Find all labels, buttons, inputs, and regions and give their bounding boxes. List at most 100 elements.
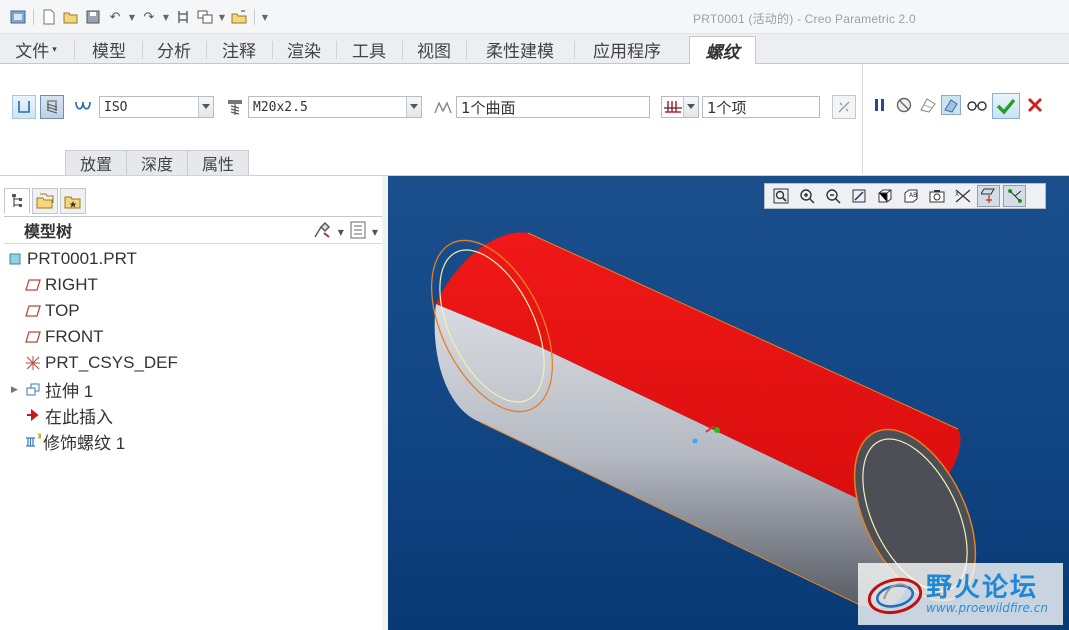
model-tree: PRT0001.PRT RIGHT TOP FRONT PRT_CSYS_DEF…	[4, 246, 382, 454]
forum-watermark: 野火论坛 www.proewildfire.cn	[858, 563, 1063, 625]
subtab-depth[interactable]: 深度	[126, 150, 189, 175]
annotation-display-icon[interactable]	[1003, 185, 1026, 207]
chevron-down-icon	[687, 104, 695, 109]
customize-toolbar-icon[interactable]: ▼	[260, 13, 270, 22]
chevron-down-icon[interactable]: ▼	[338, 228, 344, 237]
tree-item-part[interactable]: PRT0001.PRT	[4, 246, 382, 272]
navigator-panel: 模型树 ▼ ▼ PRT0001.PRT RIGHT TOP FRONT PRT_…	[0, 176, 388, 630]
tab-model[interactable]: 模型	[76, 36, 142, 63]
refit-icon[interactable]	[769, 185, 792, 207]
start-plane-icon	[664, 101, 682, 113]
tab-applications[interactable]: 应用程序	[574, 36, 680, 63]
model-tree-tab-icon[interactable]	[4, 188, 30, 214]
redo-icon[interactable]: ↷	[139, 7, 159, 27]
thread-surface-collector[interactable]: 1个曲面	[456, 96, 650, 118]
tab-analysis[interactable]: 分析	[142, 36, 206, 63]
start-reference-collector[interactable]: 1个项	[702, 96, 820, 118]
datum-display-icon[interactable]	[977, 185, 1000, 207]
repaint-icon[interactable]	[847, 185, 870, 207]
zoom-in-icon[interactable]	[795, 185, 818, 207]
verify-mode-icon[interactable]	[941, 95, 961, 115]
graphics-toolbar: AB X	[764, 183, 1046, 209]
watermark-url: www.proewildfire.cn	[926, 601, 1048, 615]
flip-direction-button[interactable]	[832, 95, 856, 119]
tree-item-front[interactable]: FRONT	[4, 324, 382, 350]
thread-size-select[interactable]: M20x2.5	[248, 96, 422, 118]
redo-dropdown-icon[interactable]: ▼	[161, 13, 171, 22]
tree-show-icon[interactable]	[350, 221, 366, 243]
tree-item-right[interactable]: RIGHT	[4, 272, 382, 298]
cancel-x-icon[interactable]	[1025, 95, 1045, 115]
subtab-placement[interactable]: 放置	[65, 150, 128, 175]
view-manager-icon[interactable]	[925, 185, 948, 207]
tree-settings-icon[interactable]	[312, 221, 332, 243]
watermark-title: 野火论坛	[926, 573, 1039, 603]
tab-file[interactable]: 文件 ▾	[4, 36, 68, 63]
folder-browser-tab-icon[interactable]	[32, 188, 58, 214]
graphics-viewport[interactable]: AB X 野火论坛 www.proewildfire.cn	[388, 176, 1069, 630]
tree-item-top[interactable]: TOP	[4, 298, 382, 324]
tab-tools[interactable]: 工具	[336, 36, 402, 63]
tree-item-csys[interactable]: PRT_CSYS_DEF	[4, 350, 382, 376]
screw-size-icon	[224, 97, 246, 117]
tree-item-extrude[interactable]: ▶ 拉伸 1	[4, 376, 382, 402]
no-preview-icon[interactable]	[894, 95, 914, 115]
close-window-icon[interactable]	[229, 7, 249, 27]
toolbar-separator	[254, 9, 255, 25]
start-reference-select[interactable]	[661, 96, 699, 118]
thread-standard-select[interactable]: ISO	[99, 96, 214, 118]
tab-render[interactable]: 渲染	[272, 36, 336, 63]
thread-dashboard: ISO M20x2.5 1个曲面 1个项 放置 深度 属性	[0, 64, 1069, 176]
title-bar: ↶ ▼ ↷ ▼ ▼ ▼ PRT0001 (活动的) - Creo Paramet…	[0, 0, 1069, 34]
chevron-down-icon	[202, 104, 210, 109]
saved-views-icon[interactable]: AB	[899, 185, 922, 207]
tree-item-cosmetic-thread[interactable]: 修饰螺纹 1	[4, 428, 382, 454]
glasses-icon[interactable]	[965, 95, 989, 115]
dashboard-subtabs: 放置 深度 属性	[65, 150, 250, 175]
cylinder-model[interactable]	[388, 176, 1069, 630]
cosmetic-thread-button[interactable]	[40, 95, 64, 119]
quick-access-toolbar: ↶ ▼ ↷ ▼ ▼ ▼	[8, 6, 270, 28]
confirm-checkmark-icon[interactable]	[992, 93, 1020, 119]
datum-plane-icon	[25, 303, 41, 319]
preview-icon[interactable]	[918, 95, 938, 115]
part-icon	[7, 251, 23, 267]
expand-arrow-icon[interactable]: ▶	[11, 384, 18, 395]
chevron-down-icon	[410, 104, 418, 109]
reference-point	[692, 438, 698, 444]
forum-logo-icon	[867, 577, 923, 615]
model-tree-title: 模型树	[24, 222, 73, 241]
cosmetic-thread-icon	[25, 433, 41, 449]
undo-icon[interactable]: ↶	[105, 7, 125, 27]
new-file-icon[interactable]	[39, 7, 59, 27]
simplified-thread-button[interactable]	[12, 95, 36, 119]
extrude-icon	[25, 381, 41, 397]
windows-dropdown-icon[interactable]: ▼	[217, 13, 227, 22]
surface-icon	[432, 97, 454, 117]
svg-text:AB: AB	[909, 192, 917, 199]
thread-type-icon	[72, 98, 94, 116]
tree-item-insert-here[interactable]: 在此插入	[4, 402, 382, 428]
app-menu-icon[interactable]	[8, 7, 28, 27]
favorites-tab-icon[interactable]	[60, 188, 86, 214]
tab-flexible-modeling[interactable]: 柔性建模	[466, 36, 574, 63]
regenerate-icon[interactable]	[173, 7, 193, 27]
subtab-properties[interactable]: 属性	[187, 150, 250, 175]
drag-handle[interactable]	[714, 427, 720, 433]
display-style-icon[interactable]	[873, 185, 896, 207]
insert-here-icon	[25, 407, 41, 423]
navigator-tabs	[4, 188, 86, 214]
save-icon[interactable]	[83, 7, 103, 27]
chevron-down-icon[interactable]: ▼	[372, 228, 378, 237]
windows-icon[interactable]	[195, 7, 215, 27]
undo-dropdown-icon[interactable]: ▼	[127, 13, 137, 22]
tab-annotate[interactable]: 注释	[206, 36, 272, 63]
model-tree-header: 模型树 ▼ ▼	[4, 216, 382, 244]
tab-thread[interactable]: 螺纹	[689, 36, 756, 65]
zoom-out-icon[interactable]	[821, 185, 844, 207]
perspective-icon[interactable]: X	[951, 185, 974, 207]
pause-icon[interactable]	[870, 95, 890, 115]
open-file-icon[interactable]	[61, 7, 81, 27]
csys-icon	[25, 355, 41, 371]
tab-view[interactable]: 视图	[402, 36, 466, 63]
